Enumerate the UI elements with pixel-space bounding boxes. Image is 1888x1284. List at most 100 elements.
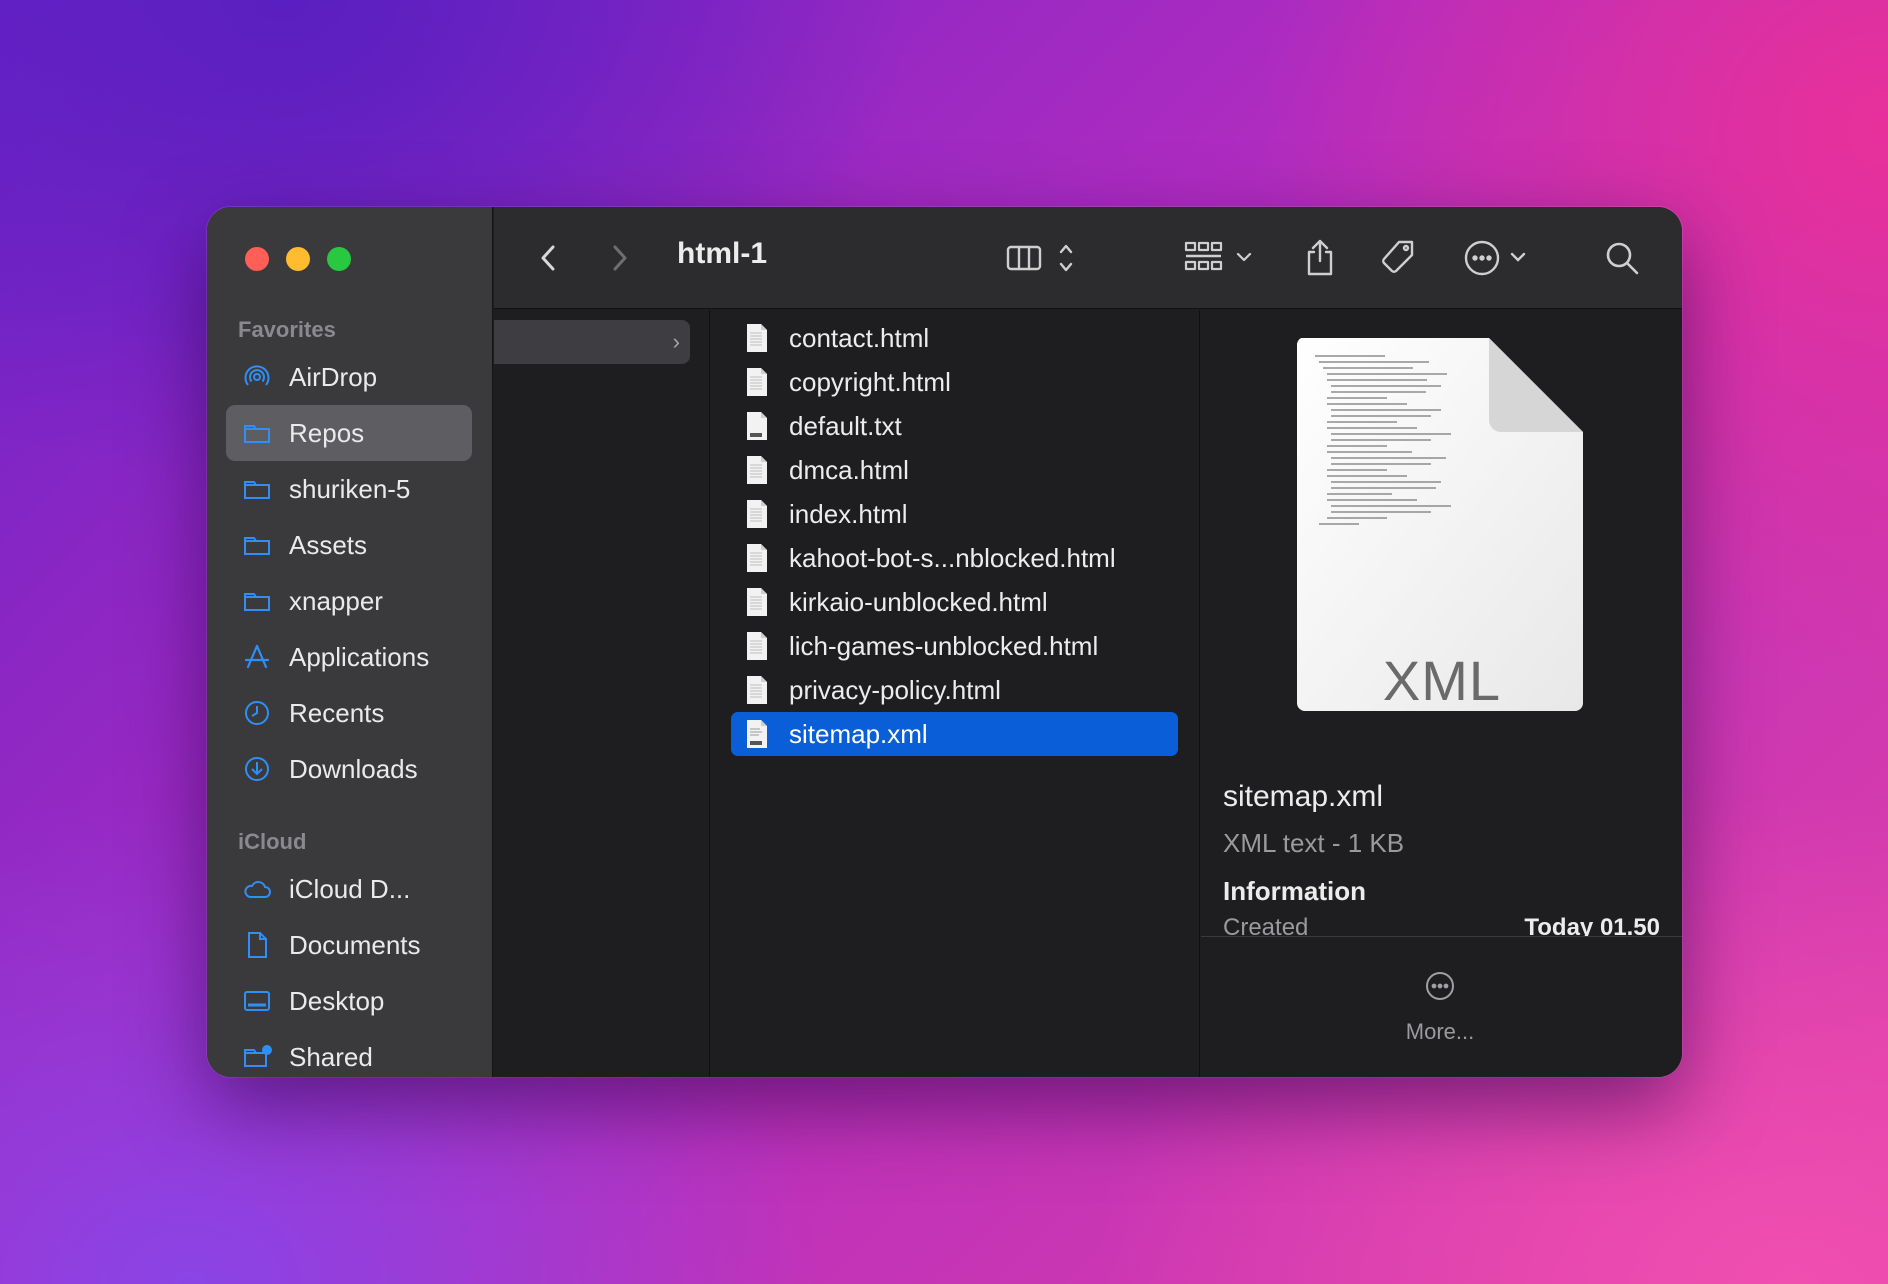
sidebar-item-recents[interactable]: Recents (226, 685, 472, 741)
action-menu-button[interactable] (1462, 235, 1534, 281)
forward-chevron-icon (613, 245, 627, 271)
sidebar-item-shuriken-5[interactable]: shuriken-5 (226, 461, 472, 517)
sidebar-item-shared[interactable]: Shared (226, 1029, 472, 1077)
file-name: privacy-policy.html (789, 674, 1001, 705)
sidebar-item-documents[interactable]: Documents (226, 917, 472, 973)
html-file-icon (745, 323, 769, 353)
sidebar-item-label: iCloud D... (289, 873, 411, 904)
cloud-icon (242, 874, 272, 904)
airdrop-icon (242, 362, 272, 392)
grid-group-icon (1184, 241, 1252, 271)
list-item-selected[interactable]: sitemap.xml (731, 712, 1178, 756)
list-item[interactable]: kahoot-bot-s...nblocked.html (731, 536, 1178, 580)
txt-file-icon (745, 411, 769, 441)
file-list-column: contact.html copyright.html default.txt … (711, 310, 1200, 1077)
sidebar-item-label: Shared (289, 1041, 373, 1072)
list-item[interactable]: index.html (731, 492, 1178, 536)
zoom-button[interactable] (327, 247, 351, 271)
more-icon (1426, 972, 1454, 1000)
view-mode-button[interactable] (1006, 235, 1086, 281)
sidebar-item-label: Applications (289, 641, 430, 672)
created-row: Created Today 01.50 (1223, 914, 1660, 936)
favorites-section-label: Favorites (238, 317, 336, 342)
toolbar: html-1 (494, 207, 1682, 309)
list-item[interactable]: lich-games-unblocked.html (731, 624, 1178, 668)
file-name: copyright.html (789, 366, 951, 397)
share-icon (1307, 239, 1333, 276)
information-heading: Information (1223, 876, 1366, 906)
sidebar-item-label: Desktop (289, 985, 385, 1016)
list-item[interactable]: privacy-policy.html (731, 668, 1178, 712)
sidebar-item-label: Repos (289, 417, 365, 448)
html-file-icon (745, 499, 769, 529)
list-item[interactable]: kirkaio-unblocked.html (731, 580, 1178, 624)
folder-icon (242, 418, 272, 448)
tag-button[interactable] (1378, 235, 1418, 281)
forward-button[interactable] (604, 235, 634, 281)
list-item[interactable]: contact.html (731, 316, 1178, 360)
list-item[interactable]: dmca.html (731, 448, 1178, 492)
folder-icon (242, 474, 272, 504)
list-item[interactable]: default.txt (731, 404, 1178, 448)
close-button[interactable] (245, 247, 269, 271)
html-file-icon (745, 543, 769, 573)
html-file-icon (745, 631, 769, 661)
desktop-icon (242, 986, 272, 1016)
finder-window: Favorites AirDrop Repos shuriken-5 Asset… (207, 207, 1682, 1077)
sidebar-item-assets[interactable]: Assets (226, 517, 472, 573)
sidebar-item-applications[interactable]: Applications (226, 629, 472, 685)
file-name: kirkaio-unblocked.html (789, 586, 1048, 617)
sidebar-item-xnapper[interactable]: xnapper (226, 573, 472, 629)
file-name: dmca.html (789, 454, 909, 485)
search-button[interactable] (1602, 235, 1642, 281)
sidebar: Favorites AirDrop Repos shuriken-5 Asset… (207, 207, 493, 1077)
created-value: Today 01.50 (1524, 914, 1660, 936)
sidebar-item-airdrop[interactable]: AirDrop (226, 349, 472, 405)
html-file-icon (745, 455, 769, 485)
folder-icon (242, 586, 272, 616)
sidebar-item-label: xnapper (289, 585, 383, 616)
sidebar-item-downloads[interactable]: Downloads (226, 741, 472, 797)
html-file-icon (745, 675, 769, 705)
html-file-icon (745, 587, 769, 617)
sidebar-item-label: Recents (289, 697, 385, 728)
preview-pane: XML sitemap.xml XML text - 1 KB Informat… (1201, 310, 1682, 1077)
more-button[interactable]: More... (1201, 970, 1679, 1045)
icloud-section-label: iCloud (238, 829, 307, 854)
window-title: html-1 (677, 237, 767, 270)
applications-icon (242, 642, 272, 672)
document-icon (242, 930, 272, 960)
clock-icon (242, 698, 272, 728)
window-controls (245, 247, 351, 271)
sidebar-item-repos[interactable]: Repos (226, 405, 472, 461)
more-label: More... (1405, 1019, 1475, 1044)
more-actions-icon (1464, 240, 1526, 276)
preview-file-name: sitemap.xml (1223, 780, 1384, 813)
group-button[interactable] (1184, 235, 1256, 281)
column-view-icon (1006, 244, 1073, 272)
file-name: index.html (789, 498, 908, 529)
file-name: lich-games-unblocked.html (789, 630, 1099, 661)
back-button[interactable] (534, 235, 564, 281)
parent-folder-row[interactable]: › (494, 320, 690, 364)
file-name: sitemap.xml (789, 718, 928, 749)
file-name: default.txt (789, 410, 902, 441)
sidebar-item-label: shuriken-5 (289, 473, 411, 504)
share-button[interactable] (1302, 235, 1338, 281)
file-type-badge: XML (1382, 649, 1502, 712)
folder-icon (242, 530, 272, 560)
minimize-button[interactable] (286, 247, 310, 271)
search-icon (1606, 242, 1639, 275)
sidebar-item-label: Downloads (289, 753, 418, 784)
parent-column: › (494, 310, 710, 1077)
created-label: Created (1223, 914, 1309, 936)
html-file-icon (745, 367, 769, 397)
preview-file-kind: XML text - 1 KB (1223, 828, 1405, 858)
sidebar-item-label: Documents (289, 929, 421, 960)
file-name: contact.html (789, 322, 930, 353)
file-name: kahoot-bot-s...nblocked.html (789, 542, 1116, 573)
back-chevron-icon (541, 245, 555, 271)
list-item[interactable]: copyright.html (731, 360, 1178, 404)
sidebar-item-desktop[interactable]: Desktop (226, 973, 472, 1029)
sidebar-item-icloud-drive[interactable]: iCloud D... (226, 861, 472, 917)
